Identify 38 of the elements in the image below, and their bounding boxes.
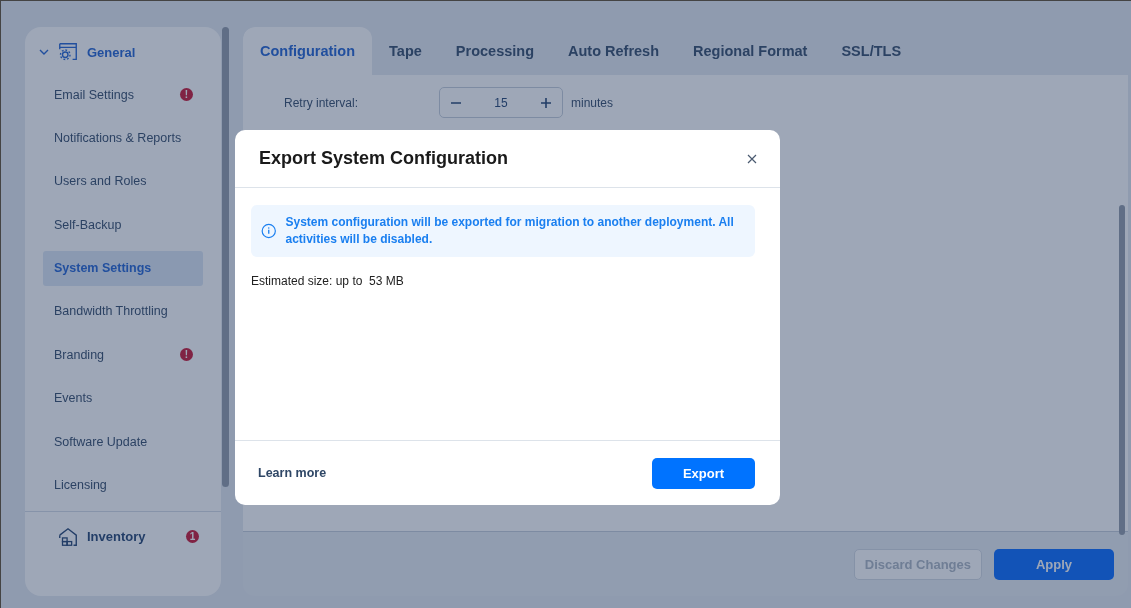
unit-label: minutes	[571, 95, 614, 110]
sidebar-item[interactable]: Branding !	[43, 337, 203, 373]
sidebar-item[interactable]: Email Settings !	[43, 77, 203, 112]
sidebar-item[interactable]: Users and Roles	[43, 163, 203, 199]
sidebar-item[interactable]: Events	[43, 380, 203, 416]
estimated-size-text: Estimated size: up to 53 MB	[251, 274, 405, 288]
chevron-icon[interactable]	[39, 47, 49, 57]
close-icon[interactable]	[747, 153, 757, 164]
scrollbar[interactable]	[222, 27, 229, 487]
tab[interactable]: Regional Format	[676, 27, 825, 75]
export-button[interactable]: Export	[652, 457, 755, 489]
count-badge: 1	[186, 530, 199, 544]
number-stepper[interactable]: 15	[439, 87, 563, 118]
sidebar-item[interactable]: Self-Backup	[43, 207, 203, 243]
sidebar-item[interactable]: Bandwidth Throttling	[43, 293, 203, 329]
gear-window-icon	[57, 41, 79, 63]
tab[interactable]: SSL/TLS	[824, 27, 919, 75]
group-label[interactable]: Inventory	[87, 529, 146, 545]
sidebar-item[interactable]: Software Update	[43, 424, 203, 460]
sidebar-item[interactable]: System Settings	[43, 250, 203, 286]
sidebar-item[interactable]: Notifications & Reports	[43, 120, 203, 156]
apply-button[interactable]: Apply	[994, 548, 1114, 580]
field-label: Retry interval:	[284, 95, 360, 110]
group-label[interactable]: General	[87, 44, 136, 60]
plus-icon[interactable]	[540, 96, 552, 109]
info-message: System configuration will be exported for migration to another deployment. All activities will be disabled.	[285, 214, 735, 248]
scrollbar[interactable]	[1119, 205, 1125, 535]
dialog-title: Export System Configuration	[259, 148, 509, 169]
sidebar-item[interactable]: Licensing	[43, 467, 203, 503]
house-icon	[57, 525, 79, 548]
tab[interactable]: Auto Refresh	[551, 27, 677, 75]
alert-badge: !	[180, 348, 193, 362]
alert-badge: !	[180, 88, 193, 101]
learn-more-link[interactable]: Learn more	[258, 466, 327, 480]
tab[interactable]: Configuration	[243, 27, 373, 75]
info-icon	[261, 221, 277, 241]
tab[interactable]: Processing	[438, 27, 551, 75]
tab[interactable]: Tape	[372, 27, 439, 75]
